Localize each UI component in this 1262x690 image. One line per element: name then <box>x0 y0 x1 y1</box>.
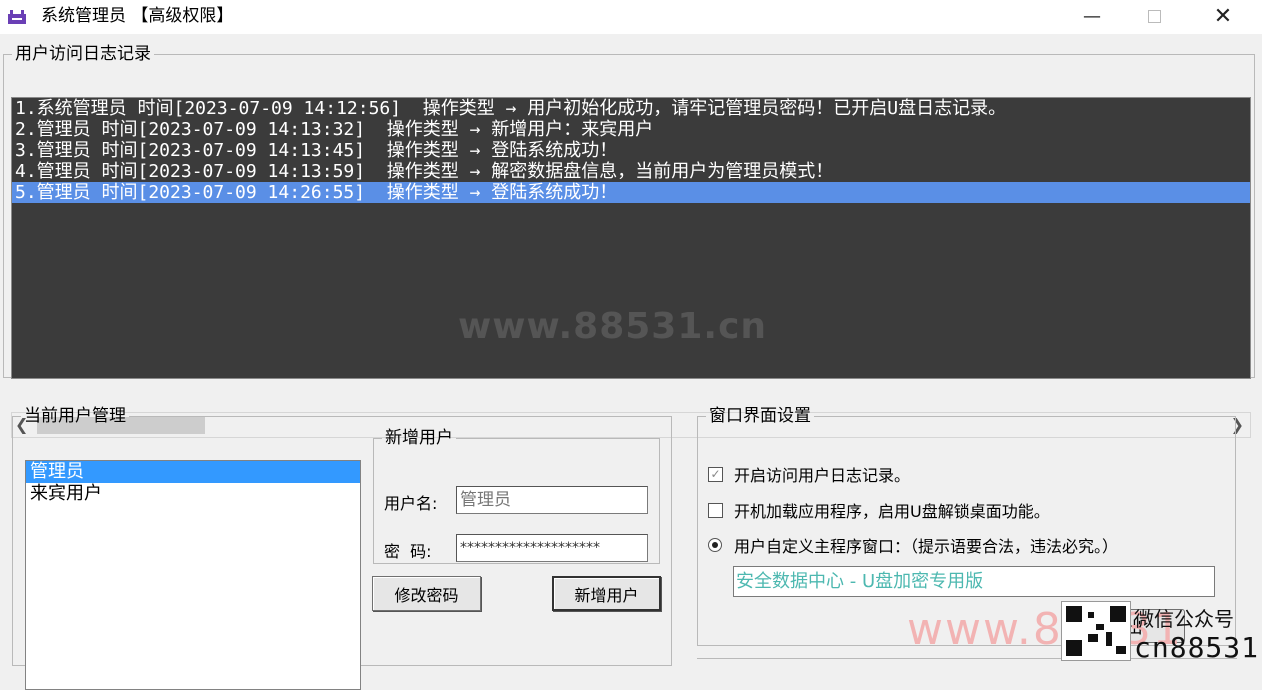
app-icon <box>8 10 26 24</box>
password-label: 密 码: <box>384 542 432 561</box>
log-line-selected[interactable]: 5.管理员 时间[2023-07-09 14:26:55] 操作类型 → 登陆系… <box>12 182 1250 203</box>
watermark: www.88531.cn <box>458 306 768 347</box>
enable-log-checkbox[interactable]: ✓ <box>708 466 723 482</box>
log-line[interactable]: 1.系统管理员 时间[2023-07-09 14:12:56] 操作类型 → 用… <box>12 98 1250 119</box>
log-group-title: 用户访问日志记录 <box>15 44 151 64</box>
user-management-title: 当前用户管理 <box>24 406 126 426</box>
username-label: 用户名: <box>384 494 438 513</box>
autostart-label: 开机加载应用程序，启用U盘解锁桌面功能。 <box>734 502 1050 521</box>
minimize-icon: — <box>1083 5 1101 27</box>
custom-title-radio-row[interactable]: 用户自定义主程序窗口：（提示语要合法，违法必究。） <box>708 534 1118 556</box>
user-list-item-selected[interactable]: 管理员 <box>26 461 360 483</box>
window-settings-title: 窗口界面设置 <box>709 406 811 426</box>
username-input[interactable]: 管理员 <box>456 486 648 514</box>
user-list[interactable]: 管理员 来宾用户 <box>25 460 361 690</box>
autostart-checkbox[interactable] <box>708 502 723 518</box>
new-user-title: 新增用户 <box>385 428 453 448</box>
autostart-checkbox-row[interactable]: 开机加载应用程序，启用U盘解锁桌面功能。 <box>708 499 1050 521</box>
change-password-button[interactable]: 修改密码 <box>372 576 481 611</box>
user-list-item[interactable]: 来宾用户 <box>26 483 360 505</box>
log-line[interactable]: 4.管理员 时间[2023-07-09 14:13:59] 操作类型 → 解密数… <box>12 161 1250 182</box>
close-button[interactable]: ✕ <box>1200 0 1246 32</box>
log-line[interactable]: 2.管理员 时间[2023-07-09 14:13:32] 操作类型 → 新增用… <box>12 119 1250 140</box>
window-title: 系统管理员 【高级权限】 <box>41 6 234 26</box>
custom-title-label: 用户自定义主程序窗口：（提示语要合法，违法必究。） <box>734 537 1119 556</box>
maximize-button[interactable] <box>1131 0 1177 32</box>
qr-code-icon <box>1061 601 1131 661</box>
add-user-button[interactable]: 新增用户 <box>552 576 661 611</box>
new-user-group: 新增用户 用户名: 管理员 密 码: ******************** <box>373 428 660 564</box>
enable-log-checkbox-row[interactable]: ✓ 开启访问用户日志记录。 <box>708 463 910 485</box>
badge-top-text: 微信公众号 <box>1134 607 1234 631</box>
close-icon: ✕ <box>1213 3 1233 29</box>
enable-log-label: 开启访问用户日志记录。 <box>734 466 911 485</box>
maximize-icon <box>1147 9 1161 23</box>
title-bar: 系统管理员 【高级权限】 — ✕ <box>0 0 1262 34</box>
custom-title-radio[interactable] <box>708 538 722 552</box>
custom-title-input[interactable]: 安全数据中心 - U盘加密专用版 <box>733 566 1215 597</box>
log-line[interactable]: 3.管理员 时间[2023-07-09 14:13:45] 操作类型 → 登陆系… <box>12 140 1250 161</box>
password-input[interactable]: ******************** <box>456 534 648 562</box>
badge-bottom-text: cn88531 <box>1134 631 1260 664</box>
minimize-button[interactable]: — <box>1069 0 1115 32</box>
